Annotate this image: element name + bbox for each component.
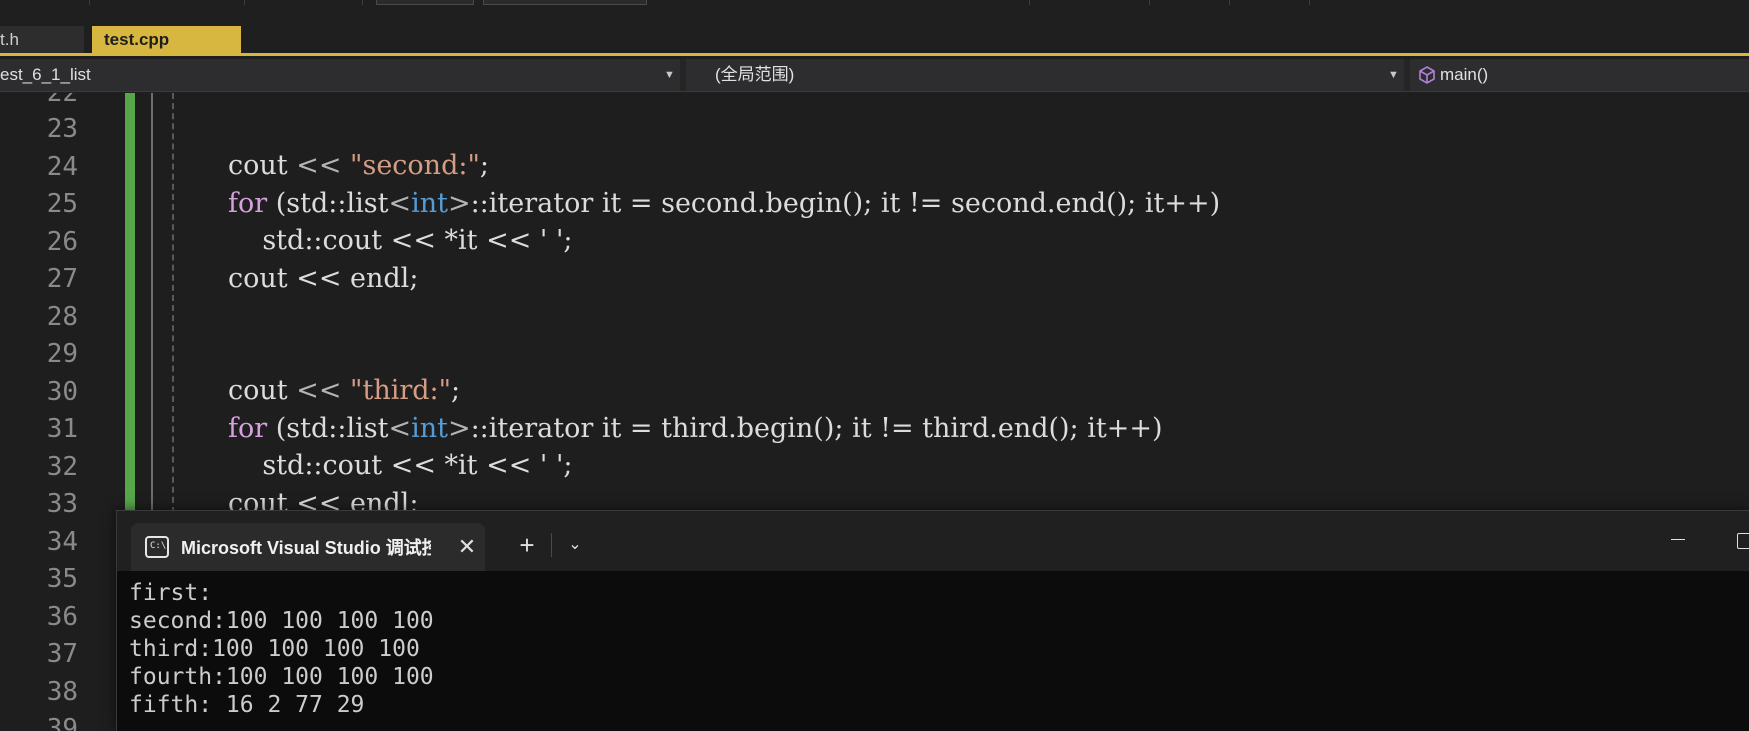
minimize-icon[interactable] [1663, 525, 1693, 555]
toolbar-segment [1150, 0, 1230, 5]
member-name: main() [1440, 65, 1489, 84]
line-number: 35 [46, 564, 78, 594]
line-number: 33 [46, 489, 78, 519]
toolbar-segment [1030, 0, 1150, 5]
toolbar-dropdown[interactable] [376, 0, 474, 5]
maximize-icon[interactable] [1729, 525, 1749, 555]
toolbar-segment [245, 0, 363, 5]
code-token: cout [228, 150, 288, 181]
string-literal: "second:" [350, 150, 480, 181]
type-token: int [411, 187, 448, 219]
titlebar-divider [551, 533, 552, 557]
method-cube-icon [1419, 66, 1435, 84]
tab-label: test.cpp [104, 30, 170, 49]
line-number: 24 [46, 151, 78, 182]
tab-label: t.h [0, 30, 19, 49]
member-dropdown[interactable]: main() [1410, 59, 1749, 91]
toolbar-strip [0, 0, 1749, 26]
line-number: 34 [46, 526, 78, 557]
toolbar-dropdown[interactable] [483, 0, 647, 5]
code-token: (std::list [267, 187, 389, 219]
project-dropdown[interactable]: est_6_1_list ▼ [0, 59, 680, 91]
toolbar-segment [0, 0, 90, 5]
code-token: < [388, 187, 412, 219]
line-number: 28 [46, 301, 78, 332]
type-token: int [411, 412, 448, 444]
code-line-32: std::cout << *it << ' '; [228, 450, 573, 481]
line-number: 25 [46, 189, 78, 219]
line-number: 36 [46, 601, 78, 632]
console-output-line: fifth: 16 2 77 29 [129, 692, 365, 718]
terminal-icon-glyph: C:\ [150, 541, 167, 551]
line-number: 29 [46, 339, 78, 369]
indent-guide [172, 93, 174, 513]
code-token: << [287, 375, 351, 406]
line-number: 26 [46, 226, 78, 257]
code-token: ::iterator it = second.begin(); it != se… [470, 187, 1221, 219]
navigation-bar: est_6_1_list ▼ (全局范围) ▼ main() [0, 59, 1749, 92]
code-line-31: for (std::list<int>::iterator it = third… [228, 410, 1163, 448]
chevron-down-icon: ▼ [1388, 69, 1399, 81]
line-number: 27 [46, 264, 78, 294]
line-number: 39 [46, 714, 78, 731]
line-number: 31 [46, 414, 78, 444]
line-number: 32 [46, 451, 78, 482]
line-number: 23 [46, 114, 78, 144]
close-icon[interactable]: ✕ [455, 535, 479, 559]
code-line-26: std::cout << *it << ' '; [228, 225, 573, 256]
code-line-25: for (std::list<int>::iterator it = secon… [228, 185, 1220, 223]
code-token: > [447, 412, 471, 444]
toolbar-segment [1230, 0, 1310, 5]
keyword-token: for [228, 412, 268, 444]
code-token: (std::list [267, 412, 389, 444]
console-tab-title: Microsoft Visual Studio 调试控制台 [181, 538, 431, 558]
code-line-27: cout << endl; [228, 262, 419, 294]
toolbar-segment [90, 0, 245, 5]
console-titlebar[interactable]: C:\ Microsoft Visual Studio 调试控制台 ✕ + ⌄ [117, 511, 1749, 571]
code-token: ; [451, 375, 461, 406]
console-output-line: fourth:100 100 100 100 [129, 664, 434, 690]
project-name: est_6_1_list [0, 65, 91, 84]
code-line-24: cout << "second:"; [228, 147, 489, 185]
chevron-down-icon: ▼ [664, 69, 675, 81]
tab-test-cpp[interactable]: test.cpp [92, 26, 241, 53]
chevron-down-icon[interactable]: ⌄ [561, 531, 589, 559]
document-tab-bar: t.h test.cpp [0, 26, 1749, 56]
console-output-line: third:100 100 100 100 [129, 636, 420, 662]
scope-dropdown[interactable]: (全局范围) ▼ [686, 59, 1404, 91]
terminal-icon: C:\ [145, 536, 169, 558]
console-output[interactable]: first: second:100 100 100 100 third:100 … [129, 579, 1729, 729]
line-number: 22 [46, 93, 78, 108]
new-tab-plus-icon[interactable]: + [513, 531, 541, 559]
console-output-line: second:100 100 100 100 [129, 608, 434, 634]
code-token: > [447, 187, 471, 219]
console-output-line: first: [129, 580, 213, 606]
console-tab[interactable]: C:\ Microsoft Visual Studio 调试控制台 ✕ [131, 523, 485, 571]
debug-console-window[interactable]: C:\ Microsoft Visual Studio 调试控制台 ✕ + ⌄ … [116, 510, 1749, 731]
keyword-token: for [228, 187, 268, 219]
code-token: ; [479, 150, 489, 181]
code-token: << [287, 150, 351, 181]
line-number: 37 [46, 639, 78, 669]
code-token: < [388, 412, 412, 444]
code-line-30: cout << "third:"; [228, 372, 460, 410]
tab-header-file[interactable]: t.h [0, 26, 84, 53]
line-number: 30 [46, 376, 78, 407]
scope-name: (全局范围) [715, 65, 795, 84]
code-token: ::iterator it = third.begin(); it != thi… [470, 412, 1163, 444]
toolbar-segment [985, 0, 1030, 5]
code-token: cout [228, 375, 288, 406]
line-number: 38 [46, 676, 78, 707]
string-literal: "third:" [350, 375, 452, 406]
